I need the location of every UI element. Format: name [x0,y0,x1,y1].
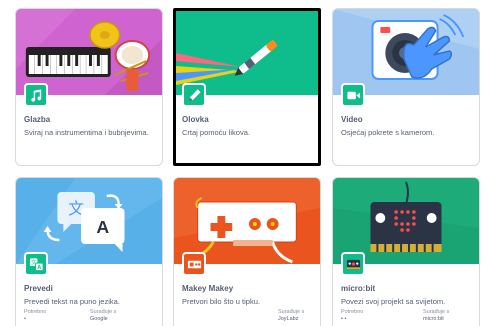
requirement-label: Potrebno [341,309,364,315]
makey-makey-icon [182,252,206,276]
requirement-required: Potrebno • • [341,309,363,323]
requirement-value: • • [341,316,347,322]
requirement-collaborator: Surađuje s micro:bit [423,309,449,323]
requirement-value: micro:bit [423,316,444,322]
requirement-collaborator: Surađuje s Google [90,309,116,323]
extension-description: Povezi svoj projekt sa svijetom. [341,297,446,306]
extension-description: Sviraj na instrumentima i bubnjevima. [24,128,149,137]
requirement-label: Surađuje s [90,309,117,315]
requirement-label: Potrebno [24,309,47,315]
requirement-value: JoyLabz [278,316,299,322]
requirement-collaborator: Surađuje s JoyLabz [278,309,304,323]
microbit-icon [341,252,365,276]
extension-card-video[interactable]: Video Osjećaj pokrete s kamerom. [332,8,480,166]
video-camera-icon [341,83,365,107]
extension-title: Video [341,115,363,124]
extension-card-pen[interactable]: Olovka Crtaj pomoću likova. [173,8,321,166]
extension-title: Makey Makey [182,284,234,293]
extension-description: Osjećaj pokrete s kamerom. [341,128,435,137]
extension-title: micro:bit [341,284,376,293]
translate-icon: 文A [24,252,48,276]
requirement-label: Surađuje s [423,309,450,315]
extension-title: Glazba [24,115,51,124]
extension-description: Pretvori bilo što u tipku. [182,297,260,306]
extension-title: Prevedi [24,284,53,293]
extension-description: Prevedi tekst na puno jezika. [24,297,120,306]
extension-card-makey-makey[interactable]: Makey Makey Pretvori bilo što u tipku. S… [173,177,321,326]
extension-title: Olovka [182,115,209,124]
extension-description: Crtaj pomoću likova. [182,128,250,137]
extension-card-microbit[interactable]: micro:bit Povezi svoj projekt sa svijeto… [332,177,480,326]
requirement-required: Potrebno • [24,309,46,323]
svg-text:A: A [37,265,41,271]
pencil-icon [182,83,206,107]
requirement-value: • [24,316,26,322]
music-notes-icon [24,83,48,107]
requirement-label: Surađuje s [278,309,305,315]
extension-card-music[interactable]: Glazba Sviraj na instrumentima i bubnjev… [15,8,163,166]
extension-card-translate[interactable]: 文 A 文A Prevedi Prevedi tekst na puno jez… [15,177,163,326]
svg-text:文: 文 [30,258,36,266]
svg-text:A: A [96,217,109,237]
requirement-value: Google [90,316,108,322]
